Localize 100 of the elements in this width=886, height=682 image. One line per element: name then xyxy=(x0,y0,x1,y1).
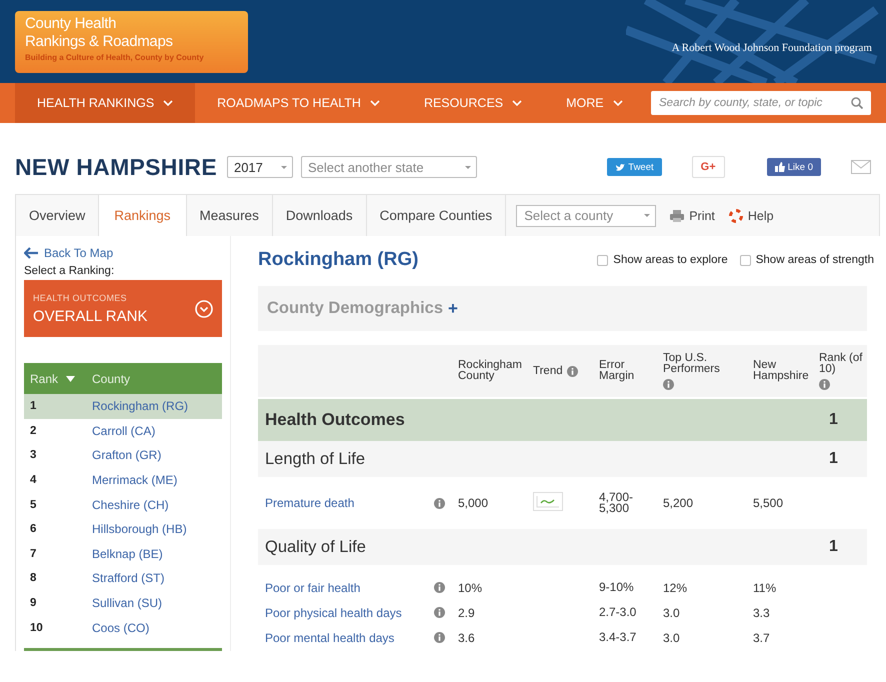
measure-link[interactable]: Premature death xyxy=(258,496,434,510)
table-cell-text: 12% xyxy=(663,580,688,594)
table-cell-text: 2.7-3.0 xyxy=(599,607,638,618)
table-cell-text: 3.3 xyxy=(753,606,771,620)
table-cell-text: 5,200 xyxy=(663,496,694,510)
rank-value: 1 xyxy=(828,450,839,468)
table-cell-text: 10% xyxy=(458,580,484,594)
table-cell-text: 3.4-3.7 xyxy=(599,632,638,643)
bird-icon xyxy=(615,162,626,172)
county-link[interactable]: Hillsborough (HB) xyxy=(92,522,187,536)
checkbox-label: Show areas to explore xyxy=(613,254,728,266)
tab[interactable]: Compare Counties xyxy=(366,195,506,236)
demographics-panel[interactable]: County Demographics + xyxy=(258,286,867,331)
county-column-header[interactable]: County xyxy=(92,372,130,386)
tab[interactable]: Rankings xyxy=(99,195,187,236)
nav-menu-item[interactable]: HEALTH RANKINGS xyxy=(15,83,196,123)
measure-link[interactable]: Poor mental health days xyxy=(258,630,434,644)
table-cell-text: 4,700-5,300 xyxy=(599,492,634,514)
trend-graph-icon[interactable] xyxy=(533,492,563,511)
row-title: Length of Life xyxy=(264,450,366,468)
county-link[interactable]: Belknap (BE) xyxy=(92,546,163,561)
checkbox[interactable] xyxy=(597,254,608,266)
rank-number: 6 xyxy=(30,523,38,536)
table-cell-text: 9-10% xyxy=(599,582,635,593)
thumbs-up-icon xyxy=(774,162,785,172)
rank-number: 8 xyxy=(30,572,38,584)
nav-menu-item[interactable]: MORE xyxy=(544,83,645,123)
county-link[interactable]: Rockingham (RG) xyxy=(92,399,188,414)
left-arrow-icon xyxy=(24,247,38,259)
search-icon xyxy=(851,97,863,109)
rank-number: 9 xyxy=(30,597,38,610)
chevron-down-icon xyxy=(612,99,623,107)
row-title: Quality of Life xyxy=(264,538,367,556)
column-header: Rockingham County xyxy=(458,360,520,382)
measure-link[interactable]: Poor or fair health xyxy=(258,580,434,594)
mail-icon xyxy=(851,160,871,174)
county-link[interactable]: Grafton (GR) xyxy=(92,448,162,462)
logo-tagline: Building a Culture of Health, County by County xyxy=(25,52,205,62)
state-dropdown[interactable]: Select another state xyxy=(300,156,477,178)
caret-icon xyxy=(642,211,652,220)
select-label: Select a Ranking: xyxy=(24,265,116,277)
county-dropdown[interactable]: Select a county xyxy=(516,204,656,226)
column-header: Rank (of 10) xyxy=(819,352,864,374)
rank-value: 1 xyxy=(828,538,839,556)
program-credit: A Robert Wood Johnson Foundation program xyxy=(672,42,872,54)
search-field[interactable]: Search by county, state, or topic xyxy=(651,91,871,115)
table-cell-text: 5,500 xyxy=(753,496,784,510)
chevron-down-icon xyxy=(163,99,174,107)
column-header: Error Margin xyxy=(599,360,636,382)
ranking-category: HEALTH OUTCOMES xyxy=(33,292,128,302)
county-link[interactable]: Merrimack (ME) xyxy=(92,473,178,488)
rank-value: 1 xyxy=(828,411,839,429)
column-header: Top U.S. Performers xyxy=(663,352,721,374)
lifebuoy-icon xyxy=(728,208,743,222)
table-cell-text: 3.7 xyxy=(753,630,771,644)
help-link[interactable]: Help xyxy=(728,208,774,222)
chevron-down-icon xyxy=(370,99,380,107)
printer-icon xyxy=(670,210,684,222)
ranking-title: OVERALL RANK xyxy=(33,308,148,324)
info-icon xyxy=(434,498,445,508)
tweet-button[interactable]: Tweet xyxy=(607,158,662,176)
column-header: Trend xyxy=(533,366,563,376)
table-cell-text: 11% xyxy=(753,580,778,594)
info-icon xyxy=(434,607,445,618)
chevron-down-icon xyxy=(512,99,522,107)
rank-number: 1 xyxy=(30,400,38,412)
rank-number: 2 xyxy=(30,424,38,437)
table-cell-text: 5,000 xyxy=(458,496,490,510)
checkbox-label: Show areas of strength xyxy=(756,254,874,266)
info-icon xyxy=(434,632,445,643)
ranking-dropdown[interactable]: HEALTH OUTCOMES OVERALL RANK xyxy=(24,280,222,337)
chevron-circle-icon xyxy=(195,300,213,318)
nav-menu-item[interactable]: RESOURCES xyxy=(402,83,544,123)
table-cell-text: 2.9 xyxy=(458,606,476,620)
nav-menu-item[interactable]: ROADMAPS TO HEALTH xyxy=(195,83,402,123)
county-link[interactable]: Coos (CO) xyxy=(92,620,150,635)
rank-column-header[interactable]: Rank xyxy=(30,372,92,386)
tab[interactable]: Measures xyxy=(186,195,273,236)
state-title: NEW HAMPSHIRE xyxy=(15,154,217,180)
like-button[interactable]: Like 0 xyxy=(766,158,821,176)
county-link[interactable]: Strafford (ST) xyxy=(92,571,164,586)
measure-link[interactable]: Poor physical health days xyxy=(258,606,434,620)
year-dropdown[interactable]: 2017 xyxy=(226,156,293,178)
county-link[interactable]: Sullivan (SU) xyxy=(92,596,162,610)
google-plus-button[interactable]: G+ xyxy=(692,156,725,178)
rank-number: 10 xyxy=(30,622,44,634)
county-title: Rockingham (RG) xyxy=(258,249,418,271)
selected-row[interactable]: 1 Rockingham (RG) xyxy=(24,394,222,419)
county-link[interactable]: Cheshire (CH) xyxy=(92,498,169,512)
county-link[interactable]: Carroll (CA) xyxy=(92,424,156,438)
rank-number: 4 xyxy=(30,474,38,486)
print-link[interactable]: Print xyxy=(670,208,715,222)
table-cell-text: 3.0 xyxy=(663,630,681,644)
logo-title: County Health xyxy=(25,14,118,32)
sort-down-icon xyxy=(66,376,76,382)
rank-number: 3 xyxy=(30,449,38,462)
logo-title: Rankings & Roadmaps xyxy=(25,32,174,50)
column-header: New Hampshire xyxy=(753,360,810,382)
checkbox[interactable] xyxy=(740,254,751,266)
back-link[interactable]: Back To Map xyxy=(24,246,222,260)
